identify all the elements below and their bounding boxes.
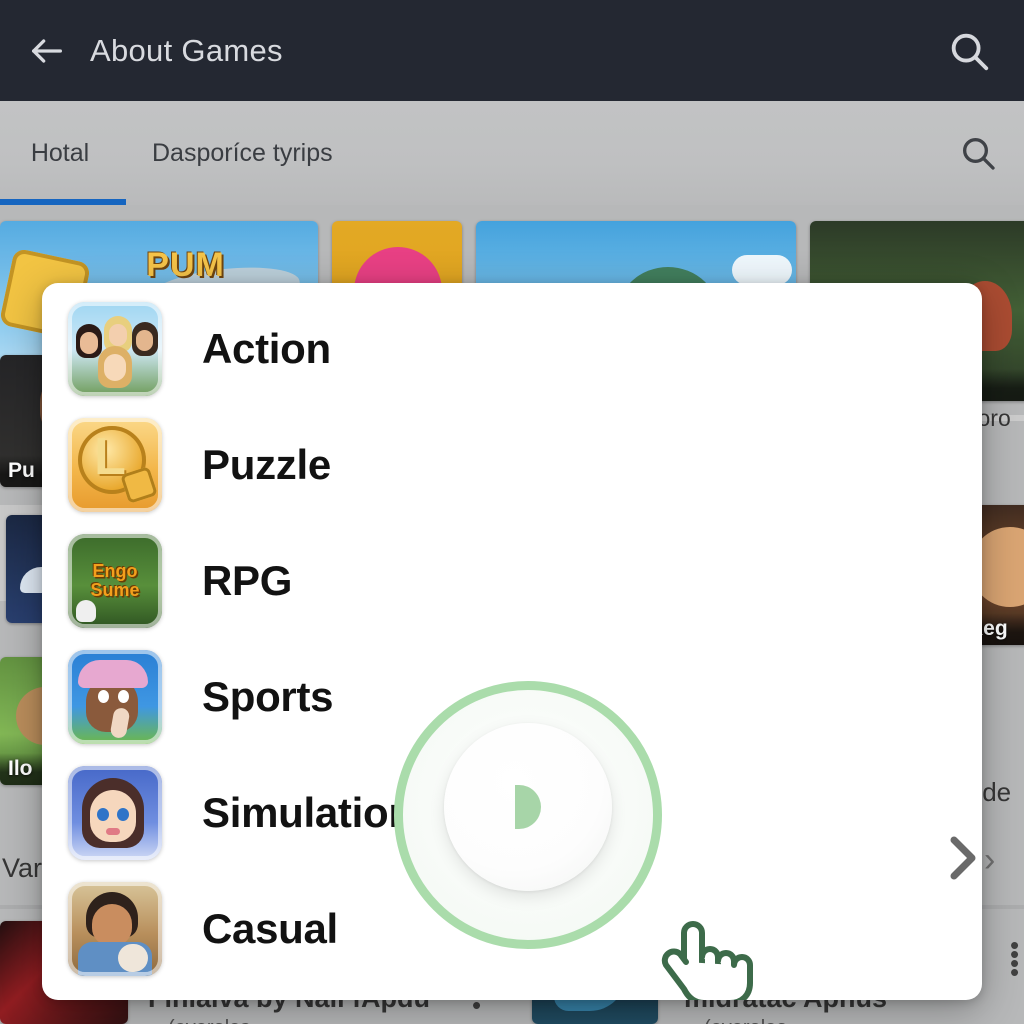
app-bar: About Games — [0, 0, 1024, 101]
engo-sume-icon: Engo Sume — [68, 534, 162, 628]
tab-list: Hotal Dasporíce tyrips — [0, 101, 932, 205]
family-photo-icon — [68, 302, 162, 396]
list-item-label: Puzzle — [202, 441, 331, 488]
tab-hotal[interactable]: Hotal — [0, 101, 126, 205]
girl-hat-icon — [68, 650, 162, 744]
list-item-chevron-icon[interactable] — [940, 828, 982, 888]
list-item-label: RPG — [202, 557, 293, 604]
list-item[interactable]: Action — [42, 291, 582, 407]
play-icon — [515, 785, 541, 829]
back-button[interactable] — [18, 22, 76, 80]
search-button[interactable] — [940, 22, 998, 80]
tab-label: Dasporíce tyrips — [152, 138, 333, 167]
tab-label: Hotal — [30, 138, 90, 167]
list-item-label: Sports — [202, 673, 334, 720]
girl-avatar-icon — [68, 766, 162, 860]
tab-bar: Hotal Dasporíce tyrips — [0, 101, 1024, 205]
boy-puppy-icon — [68, 882, 162, 976]
list-item-label: Casual — [202, 905, 338, 952]
tab-search-button[interactable] — [932, 101, 1024, 205]
list-item[interactable]: Engo Sume RPG — [42, 523, 582, 639]
list-item[interactable]: L Puzzle — [42, 407, 582, 523]
hand-pointer-cursor — [650, 911, 758, 1000]
page-title: About Games — [90, 32, 283, 68]
tab-active-indicator — [0, 199, 126, 205]
play-inner-circle — [444, 723, 612, 891]
category-dialog: Action L Puzzle Engo Sume RPG Sports Sim… — [42, 283, 982, 1000]
play-button[interactable] — [394, 681, 662, 949]
tab-dasporice-tyrips[interactable]: Dasporíce tyrips — [126, 101, 359, 205]
gold-coin-icon: L — [68, 418, 162, 512]
app-root: PUM Caitti Pu — [0, 0, 1024, 1024]
list-item-label: Simulation — [202, 789, 414, 836]
list-item-label: Action — [202, 325, 331, 372]
